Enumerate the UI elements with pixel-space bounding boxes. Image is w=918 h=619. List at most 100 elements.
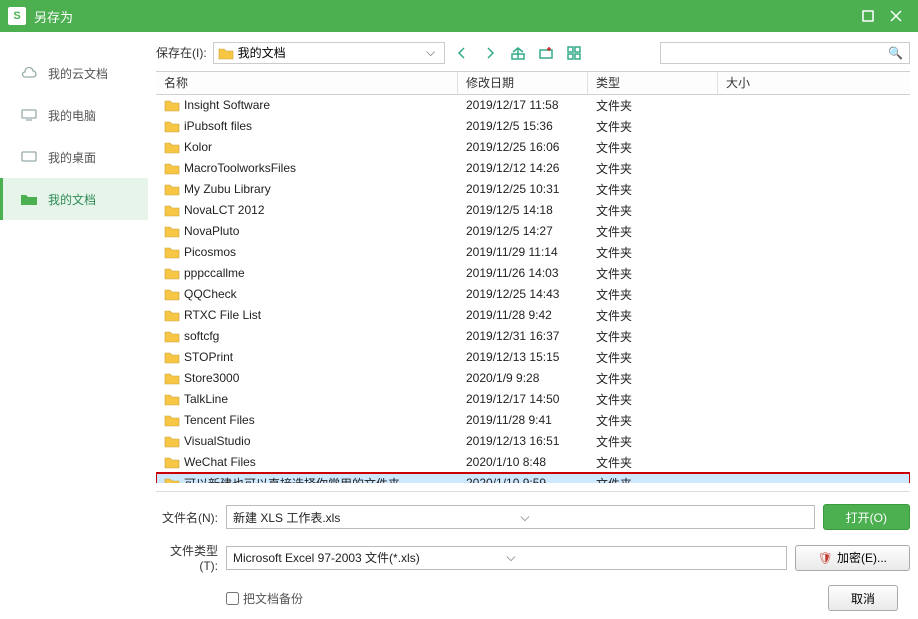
- table-row[interactable]: VisualStudio2019/12/13 16:51文件夹: [156, 431, 910, 452]
- file-name: Kolor: [184, 140, 212, 154]
- search-box[interactable]: 🔍: [660, 42, 910, 64]
- file-name: softcfg: [184, 329, 219, 343]
- file-name: WeChat Files: [184, 455, 256, 469]
- file-date: 2020/1/9 9:28: [458, 371, 588, 385]
- table-row[interactable]: NovaLCT 20122019/12/5 14:18文件夹: [156, 200, 910, 221]
- file-name: Insight Software: [184, 98, 270, 112]
- search-icon: 🔍: [888, 46, 903, 60]
- folder-icon: [164, 371, 180, 385]
- table-row[interactable]: Tencent Files2019/11/28 9:41文件夹: [156, 410, 910, 431]
- file-date: 2019/12/25 14:43: [458, 287, 588, 301]
- location-dropdown[interactable]: 我的文档 ⌵: [213, 42, 445, 64]
- table-row[interactable]: iPubsoft files2019/12/5 15:36文件夹: [156, 116, 910, 137]
- file-name: Picosmos: [184, 245, 236, 259]
- file-date: 2020/1/10 9:59: [458, 476, 588, 483]
- sidebar-item-label: 我的文档: [48, 191, 96, 208]
- sidebar-item-desktop[interactable]: 我的桌面: [0, 136, 148, 178]
- encrypt-button[interactable]: 🛡加密(E)...: [795, 545, 910, 571]
- col-date[interactable]: 修改日期: [458, 72, 588, 93]
- chevron-down-icon: ⌵: [422, 45, 440, 60]
- sidebar-item-cloud[interactable]: 我的云文档: [0, 52, 148, 94]
- file-name: RTXC File List: [184, 308, 261, 322]
- open-button[interactable]: 打开(O): [823, 504, 910, 530]
- window-title: 另存为: [34, 7, 854, 26]
- app-logo: S: [8, 7, 26, 25]
- table-row[interactable]: QQCheck2019/12/25 14:43文件夹: [156, 284, 910, 305]
- file-date: 2019/12/25 16:06: [458, 140, 588, 154]
- file-name: NovaPluto: [184, 224, 239, 238]
- filename-label: 文件名(N):: [156, 509, 218, 526]
- table-row[interactable]: TalkLine2019/12/17 14:50文件夹: [156, 389, 910, 410]
- table-row[interactable]: STOPrint2019/12/13 15:15文件夹: [156, 347, 910, 368]
- table-row[interactable]: Insight Software2019/12/17 11:58文件夹: [156, 95, 910, 116]
- sidebar-item-documents[interactable]: 我的文档: [0, 178, 148, 220]
- view-button[interactable]: [563, 42, 585, 64]
- folder-icon: [164, 287, 180, 301]
- file-type: 文件夹: [588, 391, 718, 408]
- file-name: pppccallme: [184, 266, 245, 280]
- main-pane: 保存在(I): 我的文档 ⌵ 🔍 名称 修改日期 类型 大小 Insight S…: [148, 32, 918, 619]
- backup-checkbox[interactable]: 把文档备份: [226, 590, 303, 607]
- sidebar-item-label: 我的电脑: [48, 107, 96, 124]
- file-name: 可以新建也可以直接选择你常用的文件夹: [184, 475, 400, 483]
- col-name[interactable]: 名称: [156, 72, 458, 93]
- folder-icon: [164, 203, 180, 217]
- sidebar-item-computer[interactable]: 我的电脑: [0, 94, 148, 136]
- file-date: 2019/12/13 15:15: [458, 350, 588, 364]
- table-row[interactable]: Kolor 2019/12/25 16:06文件夹: [156, 137, 910, 158]
- folder-icon: [218, 46, 234, 60]
- table-row[interactable]: pppccallme2019/11/26 14:03文件夹: [156, 263, 910, 284]
- back-button[interactable]: [451, 42, 473, 64]
- chevron-down-icon: ⌵: [506, 550, 779, 565]
- save-in-label: 保存在(I):: [156, 44, 207, 61]
- file-type: 文件夹: [588, 328, 718, 345]
- desktop-icon: [20, 150, 38, 164]
- filename-input[interactable]: 新建 XLS 工作表.xls ⌵: [226, 505, 815, 529]
- close-button[interactable]: [882, 2, 910, 30]
- table-row[interactable]: NovaPluto2019/12/5 14:27文件夹: [156, 221, 910, 242]
- table-row[interactable]: My Zubu Library2019/12/25 10:31文件夹: [156, 179, 910, 200]
- file-date: 2019/11/28 9:42: [458, 308, 588, 322]
- table-row[interactable]: 可以新建也可以直接选择你常用的文件夹2020/1/10 9:59文件夹: [156, 473, 910, 483]
- folder-icon: [164, 455, 180, 469]
- file-date: 2019/11/28 9:41: [458, 413, 588, 427]
- toolbar: 保存在(I): 我的文档 ⌵ 🔍: [148, 32, 918, 67]
- filetype-label: 文件类型(T):: [156, 542, 218, 573]
- new-folder-button[interactable]: [535, 42, 557, 64]
- file-type: 文件夹: [588, 433, 718, 450]
- table-row[interactable]: softcfg 2019/12/31 16:37文件夹: [156, 326, 910, 347]
- computer-icon: [20, 108, 38, 122]
- file-type: 文件夹: [588, 265, 718, 282]
- backup-check-input[interactable]: [226, 592, 239, 605]
- folder-icon: [164, 161, 180, 175]
- backup-label: 把文档备份: [243, 590, 303, 607]
- table-row[interactable]: Picosmos2019/11/29 11:14文件夹: [156, 242, 910, 263]
- col-type[interactable]: 类型: [588, 72, 718, 93]
- file-date: 2020/1/10 8:48: [458, 455, 588, 469]
- table-row[interactable]: Store30002020/1/9 9:28文件夹: [156, 368, 910, 389]
- file-type: 文件夹: [588, 139, 718, 156]
- file-type: 文件夹: [588, 181, 718, 198]
- forward-button[interactable]: [479, 42, 501, 64]
- file-name: MacroToolworksFiles: [184, 161, 296, 175]
- search-input[interactable]: [667, 46, 888, 60]
- col-size[interactable]: 大小: [718, 72, 910, 93]
- file-date: 2019/12/31 16:37: [458, 329, 588, 343]
- up-button[interactable]: [507, 42, 529, 64]
- file-list[interactable]: Insight Software2019/12/17 11:58文件夹iPubs…: [156, 95, 910, 483]
- file-name: TalkLine: [184, 392, 228, 406]
- table-row[interactable]: MacroToolworksFiles2019/12/12 14:26文件夹: [156, 158, 910, 179]
- file-type: 文件夹: [588, 118, 718, 135]
- table-row[interactable]: RTXC File List2019/11/28 9:42文件夹: [156, 305, 910, 326]
- folder-icon: [164, 476, 180, 483]
- maximize-button[interactable]: [854, 2, 882, 30]
- file-name: iPubsoft files: [184, 119, 252, 133]
- file-date: 2019/11/29 11:14: [458, 245, 588, 259]
- table-row[interactable]: WeChat Files2020/1/10 8:48文件夹: [156, 452, 910, 473]
- folder-icon: [164, 119, 180, 133]
- folder-icon: [164, 140, 180, 154]
- file-date: 2019/12/17 11:58: [458, 98, 588, 112]
- cancel-button[interactable]: 取消: [828, 585, 898, 611]
- save-form: 文件名(N): 新建 XLS 工作表.xls ⌵ 打开(O) 文件类型(T): …: [148, 500, 918, 585]
- filetype-select[interactable]: Microsoft Excel 97-2003 文件(*.xls) ⌵: [226, 546, 787, 570]
